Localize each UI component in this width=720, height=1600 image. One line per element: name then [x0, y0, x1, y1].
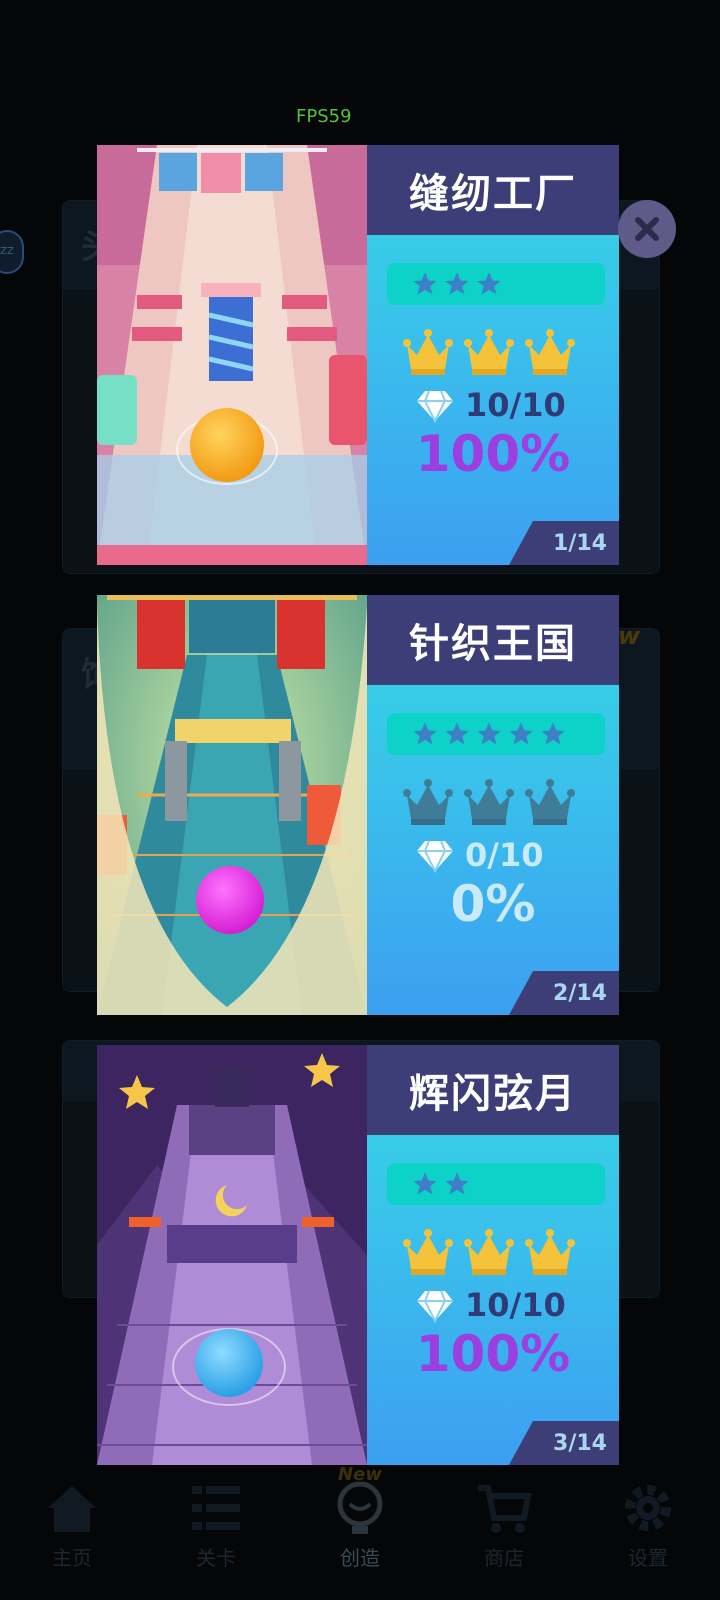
lightbulb-icon	[337, 1481, 383, 1534]
side-badge: ZZ	[0, 230, 24, 274]
nav-create-label: 创造	[340, 1546, 380, 1570]
difficulty-stars	[387, 263, 605, 305]
level-title: 针织王国	[367, 595, 619, 685]
diamond-icon	[417, 840, 453, 874]
crown-icon	[525, 329, 575, 375]
crown-rating	[403, 327, 575, 377]
difficulty-stars	[387, 1163, 605, 1205]
home-icon	[48, 1486, 96, 1532]
crown-icon	[403, 1229, 453, 1275]
completion-percent: 0%	[450, 875, 536, 933]
gem-progress: 0/10	[415, 835, 543, 875]
completion-percent: 100%	[415, 1325, 571, 1383]
level-info-panel: 辉闪弦月 10/10 100% 3/14	[367, 1045, 619, 1465]
diamond-icon	[417, 390, 453, 424]
crown-icon	[525, 779, 575, 825]
level-card-1[interactable]: 缝纫工厂 10/10 100% 1/14	[97, 145, 619, 565]
level-preview-image	[97, 1045, 367, 1465]
nav-new-badge: New	[338, 1464, 382, 1485]
gem-progress: 10/10	[415, 385, 566, 425]
star-icon	[445, 722, 469, 745]
nav-home-label: 主页	[52, 1546, 92, 1570]
cart-icon	[478, 1485, 532, 1533]
star-icon	[477, 272, 501, 295]
nav-settings[interactable]: 设置	[588, 1470, 708, 1600]
level-info-panel: 针织王国 0/10 0% 2/14	[367, 595, 619, 1015]
crown-icon	[464, 1229, 514, 1275]
fps-counter: FPS59	[296, 106, 352, 127]
level-info-panel: 缝纫工厂 10/10 100% 1/14	[367, 145, 619, 565]
crown-icon	[464, 779, 514, 825]
crown-icon	[525, 1229, 575, 1275]
bottom-nav: 主页 关卡 New 创造 商店 设置	[0, 1464, 720, 1600]
close-button[interactable]	[618, 200, 676, 258]
nav-levels[interactable]: 关卡	[156, 1470, 276, 1600]
nav-shop-label: 商店	[484, 1546, 524, 1570]
gem-progress: 10/10	[415, 1285, 566, 1325]
star-icon	[413, 722, 437, 745]
star-icon	[413, 272, 437, 295]
page-indicator: 2/14	[509, 971, 619, 1015]
crown-icon	[464, 329, 514, 375]
level-preview-image	[97, 595, 367, 1015]
star-icon	[413, 1172, 437, 1195]
star-icon	[445, 272, 469, 295]
level-title: 缝纫工厂	[367, 145, 619, 235]
nav-shop[interactable]: 商店	[444, 1470, 564, 1600]
gem-count: 0/10	[465, 836, 544, 874]
difficulty-stars	[387, 713, 605, 755]
nav-levels-label: 关卡	[196, 1546, 236, 1570]
gear-icon	[625, 1485, 671, 1531]
nav-home[interactable]: 主页	[12, 1470, 132, 1600]
level-card-3[interactable]: 辉闪弦月 10/10 100% 3/14	[97, 1045, 619, 1465]
crown-rating	[403, 1227, 575, 1277]
page-indicator: 3/14	[509, 1421, 619, 1465]
star-icon	[477, 722, 501, 745]
star-icon	[541, 722, 565, 745]
page-indicator: 1/14	[509, 521, 619, 565]
gem-count: 10/10	[465, 386, 566, 424]
list-icon	[192, 1486, 240, 1530]
level-card-2[interactable]: 针织王国 0/10 0% 2/14	[97, 595, 619, 1015]
level-title: 辉闪弦月	[367, 1045, 619, 1135]
crown-rating	[403, 777, 575, 827]
star-icon	[509, 722, 533, 745]
nav-settings-label: 设置	[628, 1546, 668, 1570]
level-preview-image	[97, 145, 367, 565]
star-icon	[445, 1172, 469, 1195]
nav-create[interactable]: New 创造	[300, 1464, 420, 1600]
crown-icon	[403, 779, 453, 825]
diamond-icon	[417, 1290, 453, 1324]
completion-percent: 100%	[415, 425, 571, 483]
close-icon	[635, 217, 659, 241]
crown-icon	[403, 329, 453, 375]
gem-count: 10/10	[465, 1286, 566, 1324]
